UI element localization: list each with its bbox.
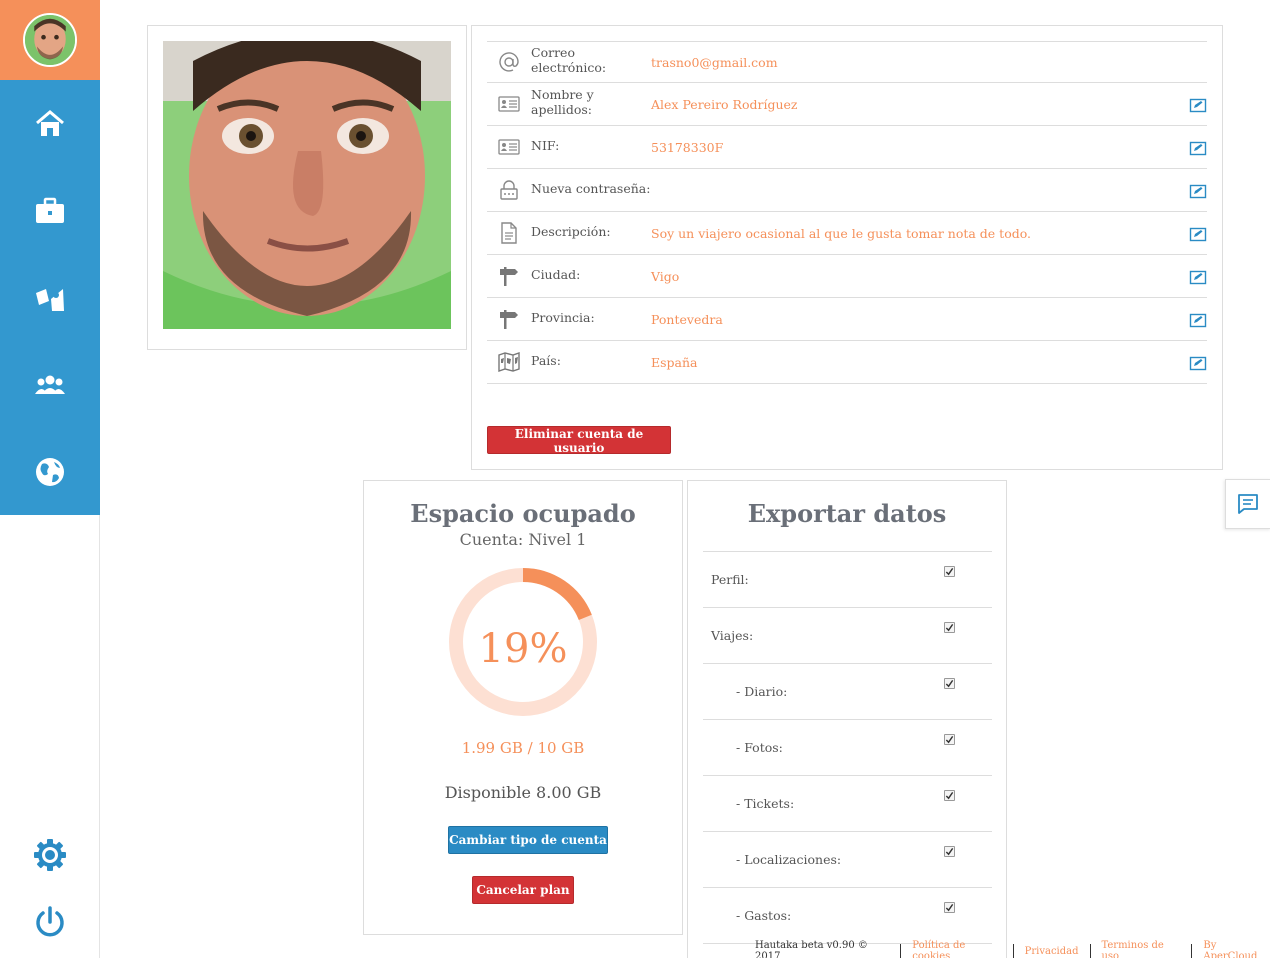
profile-field-label: Nombre y apellidos: — [531, 87, 594, 117]
edit-icon[interactable] — [1189, 96, 1207, 114]
delete-account-button[interactable]: Eliminar cuenta de usuario — [487, 426, 671, 455]
profile-field-label: Nueva contraseña: — [531, 180, 651, 196]
storage-available: Disponible 8.00 GB — [444, 783, 602, 802]
export-checkbox[interactable] — [944, 566, 955, 577]
signpost-icon — [487, 265, 531, 287]
profile-field-row: Nueva contraseña: — [487, 169, 1207, 212]
export-option-label: - Gastos: — [736, 908, 792, 923]
export-option-label: Viajes: — [711, 628, 754, 643]
export-option-row: - Gastos: — [703, 888, 992, 944]
id-card-icon — [487, 136, 531, 158]
profile-field-value: Vigo — [651, 268, 680, 284]
sidebar-nav — [0, 80, 100, 515]
footer-separator — [1012, 944, 1014, 958]
export-option-label: - Fotos: — [736, 740, 783, 755]
export-checkbox[interactable] — [944, 734, 955, 745]
footer: Hautaka beta v0.90 © 2017 Política de co… — [755, 940, 1270, 958]
footer-link[interactable]: Terminos de uso — [1101, 940, 1180, 958]
storage-used: 1.99 GB / 10 GB — [461, 739, 585, 757]
profile-field-row: NIF: 53178330F — [487, 126, 1207, 169]
feedback-tab[interactable] — [1225, 479, 1270, 529]
sidebar — [0, 0, 100, 958]
home-icon[interactable] — [0, 80, 100, 167]
export-option-row: - Tickets: — [703, 776, 992, 832]
storage-donut-chart: 19% — [447, 566, 599, 718]
profile-field-row: País: España — [487, 341, 1207, 384]
settings-icon[interactable] — [0, 838, 100, 872]
change-account-button[interactable]: Cambiar tipo de cuenta — [448, 826, 608, 854]
profile-field-row: Correo electrónico: trasno0@gmail.com — [487, 42, 1207, 83]
profile-field-label: Ciudad: — [531, 266, 581, 282]
export-checkbox[interactable] — [944, 902, 955, 913]
edit-icon[interactable] — [1189, 268, 1207, 286]
profile-field-label: NIF: — [531, 137, 560, 153]
export-option-row: Viajes: — [703, 608, 992, 664]
footer-separator — [1191, 944, 1193, 958]
storage-title: Espacio ocupado — [410, 499, 636, 528]
briefcase-icon[interactable] — [0, 167, 100, 254]
footer-separator — [1089, 944, 1091, 958]
profile-field-label: Descripción: — [531, 223, 611, 239]
export-option-label: Perfil: — [711, 572, 749, 587]
profile-field-value: trasno0@gmail.com — [651, 54, 778, 70]
signpost-icon — [487, 308, 531, 330]
footer-link[interactable]: Privacidad — [1025, 946, 1079, 957]
export-option-row: - Diario: — [703, 664, 992, 720]
profile-field-value: España — [651, 354, 698, 370]
edit-icon[interactable] — [1189, 311, 1207, 329]
export-title: Exportar datos — [747, 499, 947, 528]
footer-link[interactable]: Política de cookies — [912, 940, 1001, 958]
profile-field-label: País: — [531, 352, 561, 368]
storage-panel: Espacio ocupado Cuenta: Nivel 1 19% 1.99… — [363, 480, 683, 935]
account-level: Cuenta: Nivel 1 — [459, 530, 587, 549]
profile-photo-panel — [147, 25, 467, 350]
export-option-row: - Fotos: — [703, 720, 992, 776]
export-option-row: - Localizaciones: — [703, 832, 992, 888]
footer-separator — [900, 944, 902, 958]
edit-icon[interactable] — [1189, 139, 1207, 157]
id-card-icon — [487, 93, 531, 115]
export-option-label: - Tickets: — [736, 796, 795, 811]
copyright-text: Hautaka beta v0.90 © 2017 — [755, 940, 868, 958]
power-icon[interactable] — [0, 905, 100, 939]
edit-icon[interactable] — [1189, 182, 1207, 200]
edit-icon[interactable] — [1189, 354, 1207, 372]
group-icon[interactable] — [0, 341, 100, 428]
lock-icon — [487, 179, 531, 201]
export-options-list: Perfil: Viajes: - Diario: - Fotos: - Tickets… — [703, 551, 992, 944]
export-checkbox[interactable] — [944, 622, 955, 633]
footer-link[interactable]: By AperCloud — [1203, 940, 1270, 958]
at-icon — [487, 51, 531, 73]
profile-field-value: 53178330F — [651, 139, 724, 155]
profile-field-value: Soy un viajero ocasional al que le gusta… — [651, 225, 1032, 241]
export-option-label: - Diario: — [736, 684, 788, 699]
document-icon — [487, 222, 531, 244]
export-checkbox[interactable] — [944, 790, 955, 801]
profile-field-row: Provincia: Pontevedra — [487, 298, 1207, 341]
travel-icon[interactable] — [0, 254, 100, 341]
cancel-plan-button[interactable]: Cancelar plan — [472, 876, 574, 904]
storage-percent: 19% — [478, 626, 568, 672]
edit-icon[interactable] — [1189, 225, 1207, 243]
profile-info-panel: Correo electrónico: trasno0@gmail.com Nomb… — [471, 25, 1223, 470]
profile-field-row: Ciudad: Vigo — [487, 255, 1207, 298]
chat-icon — [1238, 494, 1258, 514]
export-checkbox[interactable] — [944, 846, 955, 857]
profile-field-value: Alex Pereiro Rodríguez — [651, 96, 798, 112]
avatar[interactable] — [23, 13, 77, 67]
map-icon — [487, 351, 531, 373]
profile-field-label: Provincia: — [531, 309, 595, 325]
profile-fields-list: Correo electrónico: trasno0@gmail.com Nomb… — [487, 41, 1207, 384]
profile-field-row: Descripción: Soy un viajero ocasional al … — [487, 212, 1207, 255]
profile-photo[interactable] — [163, 41, 451, 329]
export-checkbox[interactable] — [944, 678, 955, 689]
profile-field-row: Nombre y apellidos: Alex Pereiro Rodrígue… — [487, 83, 1207, 126]
export-panel: Exportar datos Perfil: Viajes: - Diario: - … — [687, 480, 1007, 958]
profile-field-value: Pontevedra — [651, 311, 723, 327]
export-option-row: Perfil: — [703, 552, 992, 608]
profile-field-label: Correo electrónico: — [531, 45, 607, 75]
sidebar-header — [0, 0, 100, 80]
export-option-label: - Localizaciones: — [736, 852, 842, 867]
globe-icon[interactable] — [0, 428, 100, 515]
